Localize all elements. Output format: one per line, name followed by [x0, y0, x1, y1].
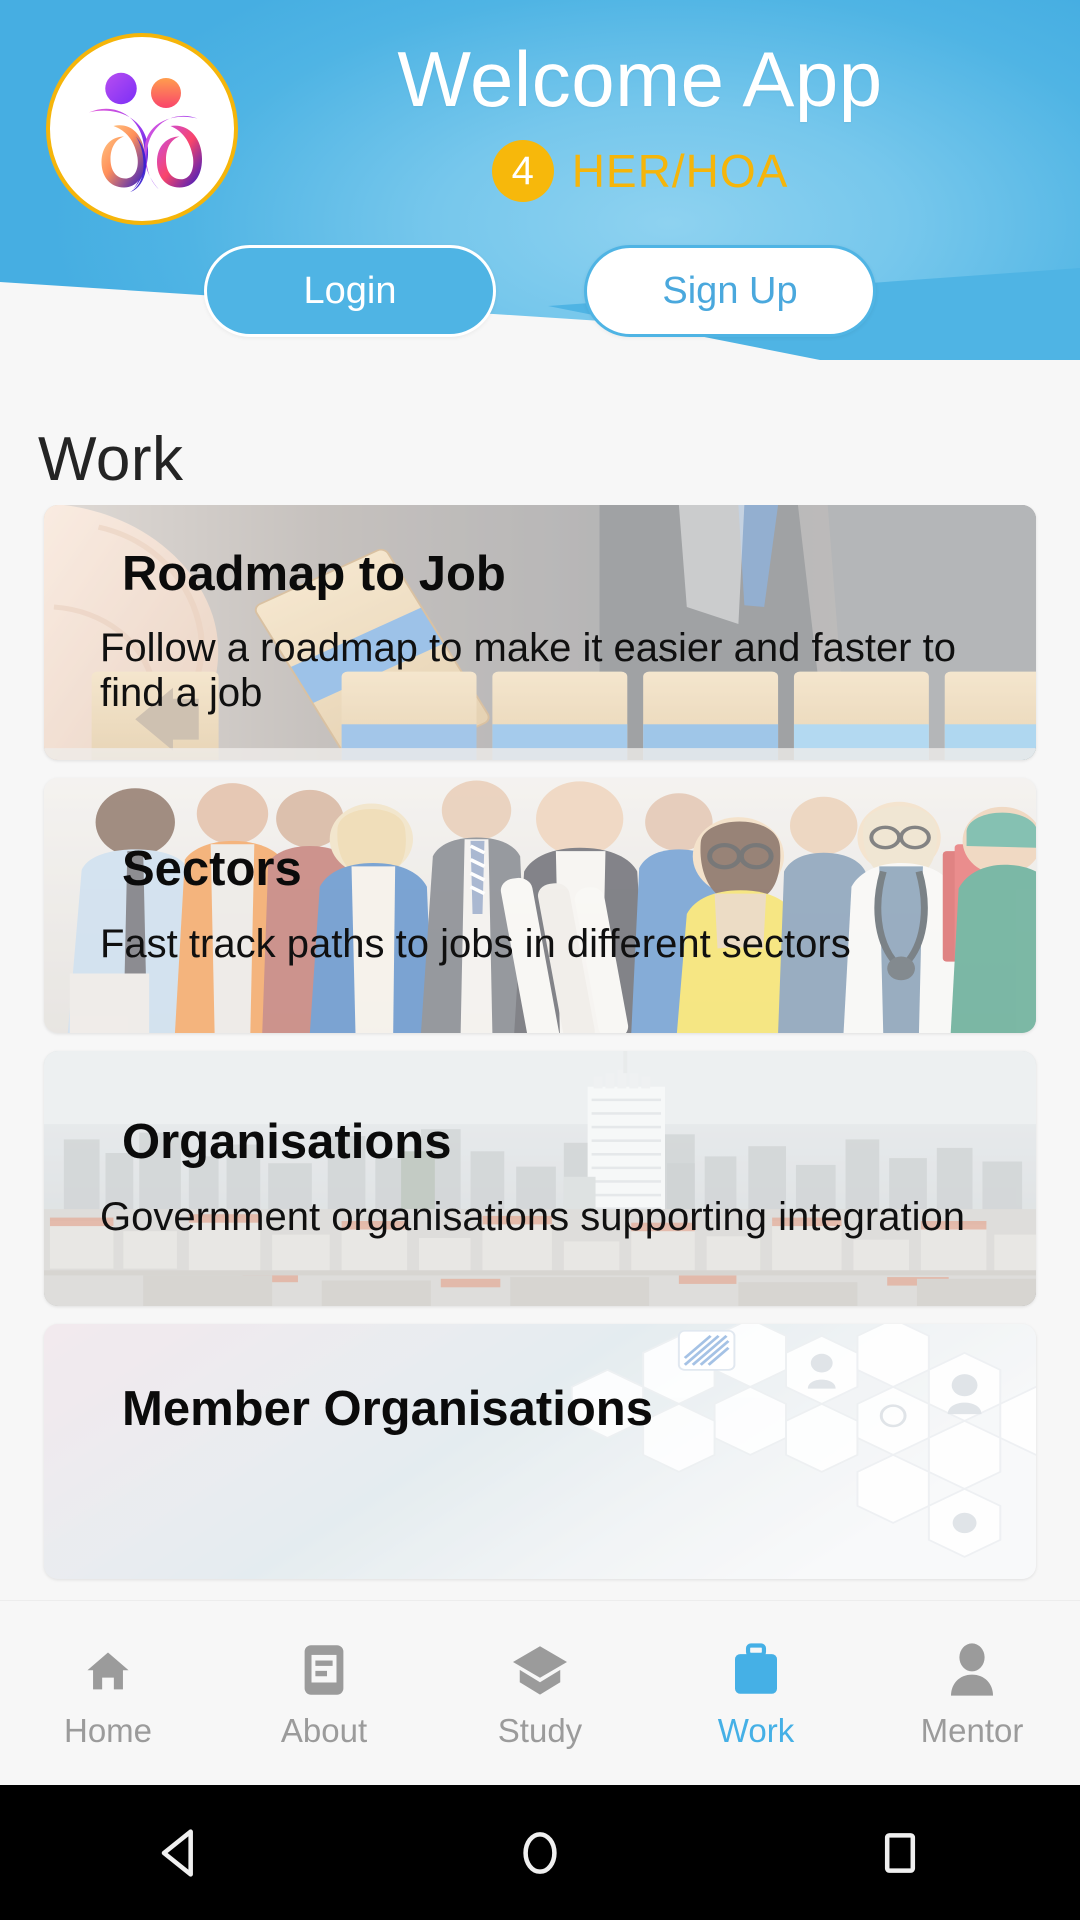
card-member-organisations[interactable]: Member Organisations — [44, 1324, 1036, 1579]
recents-button[interactable] — [825, 1785, 975, 1920]
card-roadmap-to-job[interactable]: Roadmap to Job Follow a roadmap to make … — [44, 505, 1036, 760]
article-icon — [299, 1640, 349, 1698]
status-badge: 4 — [491, 140, 554, 202]
card-sectors[interactable]: Sectors Fast track paths to jobs in diff… — [44, 778, 1036, 1033]
auth-buttons: Login Sign Up — [0, 245, 1080, 337]
app-screen: Welcome App 4 HER/HOA Login Sign Up Work — [0, 0, 1080, 1920]
card-title: Member Organisations — [122, 1382, 653, 1436]
card-text-block: Sectors Fast track paths to jobs in diff… — [100, 778, 1006, 1033]
person-icon — [946, 1640, 998, 1698]
card-description: Fast track paths to jobs in different se… — [100, 921, 851, 966]
card-description: Government organisations supporting inte… — [100, 1194, 965, 1239]
signup-button[interactable]: Sign Up — [584, 245, 876, 337]
page-title-app: Welcome App — [397, 35, 883, 123]
bottom-navigation: Home About Study Work Mentor — [0, 1600, 1080, 1785]
card-description: Follow a roadmap to make it easier and f… — [100, 626, 956, 716]
app-header: Welcome App 4 HER/HOA Login Sign Up — [0, 0, 1080, 360]
graduation-cap-icon — [510, 1640, 570, 1698]
org-label: HER/HOA — [571, 145, 789, 197]
card-organisations[interactable]: Organisations Government organisations s… — [44, 1051, 1036, 1306]
back-button[interactable] — [105, 1785, 255, 1920]
tab-home[interactable]: Home — [0, 1640, 216, 1747]
header-subtitle-row: 4 HER/HOA — [270, 140, 1010, 202]
welcome-app-logo — [46, 33, 238, 225]
tab-work[interactable]: Work — [648, 1640, 864, 1747]
android-system-nav — [0, 1785, 1080, 1920]
tab-study[interactable]: Study — [432, 1640, 648, 1747]
home-icon — [79, 1640, 137, 1698]
card-text-block: Roadmap to Job Follow a roadmap to make … — [100, 505, 1006, 760]
card-text-block: Member Organisations — [122, 1324, 1006, 1579]
tab-mentor[interactable]: Mentor — [864, 1640, 1080, 1747]
tab-label: Home — [63, 1711, 153, 1749]
tab-label: Work — [717, 1711, 795, 1749]
work-card-list[interactable]: Roadmap to Job Follow a roadmap to make … — [0, 505, 1080, 1610]
home-button[interactable] — [465, 1785, 615, 1920]
card-title: Organisations — [122, 1115, 452, 1170]
tab-label: Mentor — [920, 1711, 1024, 1749]
tab-about[interactable]: About — [216, 1640, 432, 1747]
login-button[interactable]: Login — [204, 245, 496, 337]
tab-label: About — [280, 1711, 368, 1749]
card-text-block: Organisations Government organisations s… — [100, 1051, 1006, 1306]
tab-label: Study — [497, 1711, 583, 1749]
briefcase-icon — [727, 1640, 785, 1698]
card-title: Roadmap to Job — [122, 546, 506, 601]
card-title: Sectors — [122, 842, 302, 897]
section-title: Work — [38, 425, 184, 494]
